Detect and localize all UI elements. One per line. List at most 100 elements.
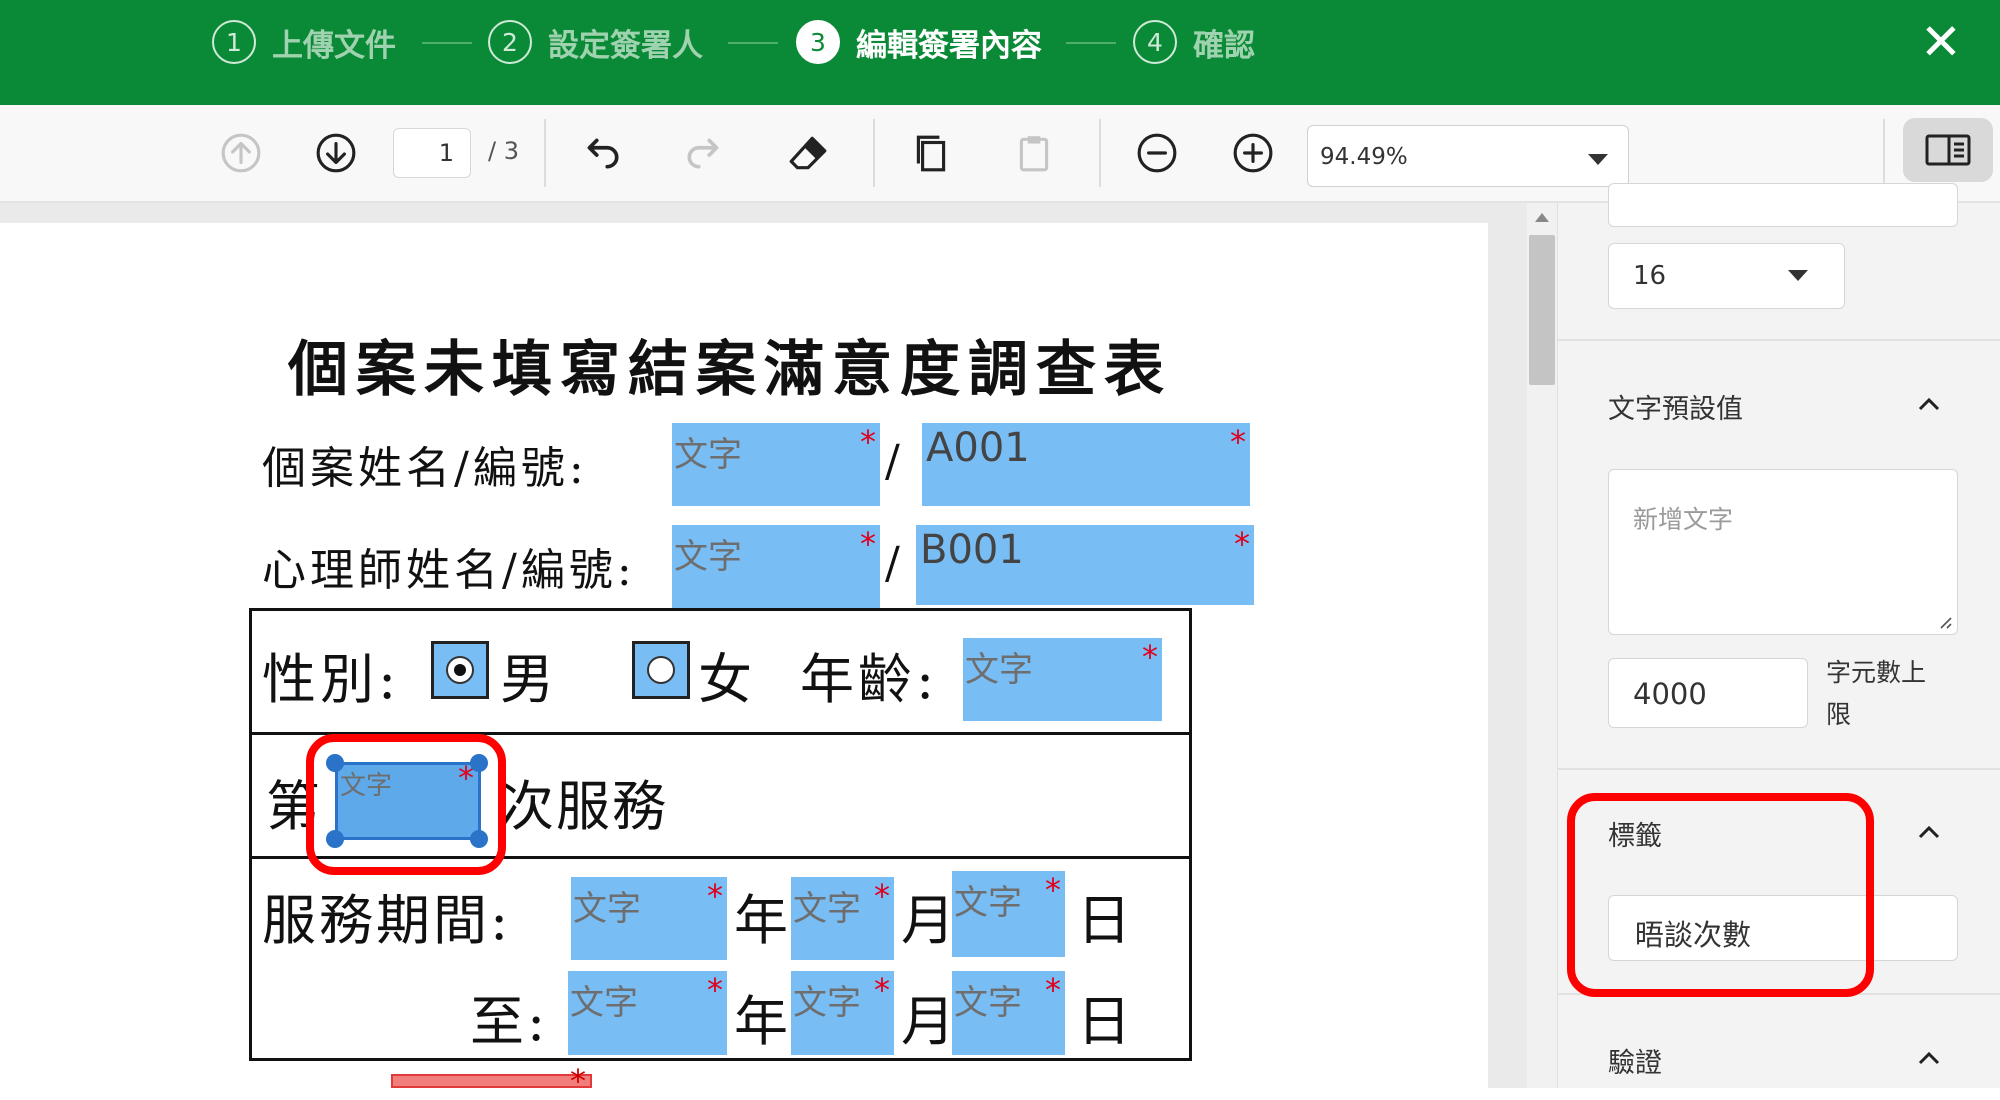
step-number: 4: [1133, 20, 1177, 64]
step-set-signers[interactable]: 2 設定簽署人: [488, 0, 703, 84]
page-total: / 3: [488, 137, 519, 165]
panel-input-partial[interactable]: [1608, 183, 1958, 227]
session-suffix: 次服務: [500, 775, 668, 838]
vertical-scrollbar[interactable]: [1527, 203, 1557, 1088]
eraser-button[interactable]: [780, 125, 836, 181]
gender-label: 性別:: [262, 648, 401, 711]
step-connector: [1066, 42, 1116, 44]
start-year-field[interactable]: 文字 *: [571, 877, 727, 960]
step-connector: [728, 42, 778, 44]
toolbar-divider: [544, 119, 546, 187]
scrollbar-thumb[interactable]: [1529, 235, 1555, 385]
highlight-outline: [306, 734, 506, 875]
step-number: 1: [212, 20, 256, 64]
male-label: 男: [500, 648, 554, 711]
year-label: 年: [734, 889, 788, 952]
char-limit-input[interactable]: 4000: [1608, 658, 1808, 728]
redo-button[interactable]: [676, 125, 732, 181]
font-size-select[interactable]: 16: [1608, 243, 1845, 309]
step-label: 設定簽署人: [548, 27, 703, 64]
previous-page-button[interactable]: [213, 125, 269, 181]
male-radio[interactable]: [431, 641, 489, 699]
start-day-field[interactable]: 文字 *: [952, 871, 1065, 957]
undo-icon: [587, 138, 619, 169]
plus-circle-icon: [1233, 133, 1273, 173]
sidebar-panel-icon: [1925, 134, 1971, 166]
end-year-field[interactable]: 文字 *: [568, 971, 727, 1055]
section-divider: [1558, 339, 2000, 341]
char-limit-label-cont: 限: [1826, 700, 1852, 729]
table-border-bottom: [249, 1058, 1192, 1061]
table-border-right: [1189, 608, 1192, 1061]
table-border-top: [249, 608, 1192, 611]
page-number-input[interactable]: [393, 128, 471, 178]
step-upload[interactable]: 1 上傳文件: [212, 0, 396, 84]
validation-heading: 驗證: [1608, 1048, 1662, 1079]
undo-button[interactable]: [574, 125, 630, 181]
default-text-heading: 文字預設值: [1608, 394, 1743, 425]
toolbar-divider: [873, 119, 875, 187]
start-month-field[interactable]: 文字 *: [791, 877, 894, 960]
zoom-in-button[interactable]: [1225, 125, 1281, 181]
female-label: 女: [698, 648, 752, 711]
scroll-up-icon[interactable]: [1535, 213, 1549, 222]
font-size-value: 16: [1633, 261, 1667, 291]
to-label: 至:: [470, 990, 549, 1053]
default-text-textarea[interactable]: 新增文字: [1608, 469, 1958, 635]
highlight-outline: [1567, 793, 1874, 997]
default-text-placeholder: 新增文字: [1633, 505, 1734, 534]
resize-grip-icon[interactable]: [1937, 614, 1953, 630]
required-field-error[interactable]: *: [391, 1062, 592, 1100]
psychologist-name-label: 心理師姓名/編號:: [262, 545, 636, 596]
chevron-up-icon[interactable]: [1916, 1045, 1942, 1071]
zoom-out-button[interactable]: [1129, 125, 1185, 181]
clipboard-icon: [1019, 136, 1049, 172]
char-limit-label: 字元數上: [1826, 658, 1927, 687]
close-icon[interactable]: ✕: [1916, 17, 1966, 67]
minus-circle-icon: [1137, 133, 1177, 173]
age-field[interactable]: 文字 *: [963, 638, 1162, 721]
psychologist-id-field[interactable]: B001 *: [916, 525, 1254, 605]
service-period-label: 服務期間:: [262, 889, 512, 952]
eraser-icon: [789, 136, 827, 170]
paste-button[interactable]: [1006, 125, 1062, 181]
step-connector: [422, 42, 472, 44]
arrow-up-circle-icon: [221, 133, 261, 173]
client-name-label: 個案姓名/編號:: [262, 443, 588, 494]
day-label: 日: [1077, 889, 1131, 952]
radio-selected-icon: [446, 656, 474, 684]
female-radio[interactable]: [632, 641, 690, 699]
age-label: 年齡:: [800, 648, 939, 711]
char-limit-value: 4000: [1633, 677, 1707, 711]
chevron-up-icon[interactable]: [1916, 819, 1942, 845]
zoom-select[interactable]: 94.49%: [1307, 125, 1629, 187]
month-label: 月: [901, 889, 955, 952]
chevron-up-icon[interactable]: [1916, 391, 1942, 417]
next-page-button[interactable]: [308, 125, 364, 181]
slash-separator: /: [885, 538, 900, 589]
redo-icon: [687, 138, 719, 169]
panel-toggle-button[interactable]: [1903, 118, 1993, 182]
toolbar-divider: [1099, 119, 1101, 187]
step-number: 2: [488, 20, 532, 64]
step-label: 編輯簽署內容: [856, 27, 1042, 64]
section-divider: [1558, 768, 2000, 770]
end-day-field[interactable]: 文字 *: [952, 971, 1065, 1055]
stepper-bar: 1 上傳文件 2 設定簽署人 3 編輯簽署內容 4 確認 ✕: [0, 0, 2000, 105]
radio-unselected-icon: [647, 656, 675, 684]
step-label: 確認: [1193, 27, 1255, 64]
step-confirm[interactable]: 4 確認: [1133, 0, 1255, 84]
step-number: 3: [796, 20, 840, 64]
table-border-left: [249, 608, 252, 1061]
document-title: 個案未填寫結案滿意度調查表: [288, 335, 1172, 405]
client-name-field[interactable]: 文字 *: [672, 423, 880, 506]
psychologist-name-field[interactable]: 文字 *: [672, 525, 880, 608]
arrow-down-circle-icon: [316, 133, 356, 173]
month-label: 月: [901, 990, 955, 1053]
copy-button[interactable]: [903, 125, 959, 181]
step-edit-content[interactable]: 3 編輯簽署內容: [796, 0, 1042, 84]
client-id-field[interactable]: A001 *: [922, 423, 1250, 506]
end-month-field[interactable]: 文字 *: [791, 971, 894, 1055]
step-label: 上傳文件: [272, 27, 396, 64]
slash-separator: /: [885, 436, 900, 487]
